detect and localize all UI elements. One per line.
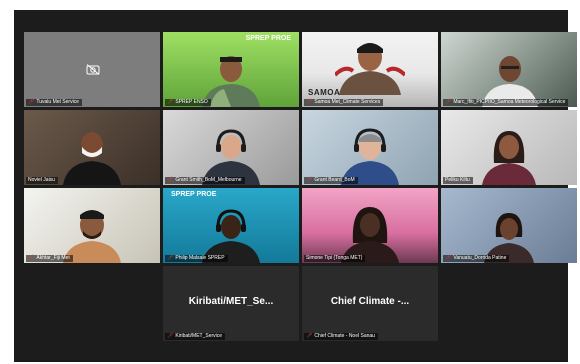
mic-muted-icon: 🎤︎ bbox=[306, 333, 313, 339]
participant-video bbox=[341, 207, 399, 263]
participant-video bbox=[202, 209, 260, 263]
participant-video bbox=[335, 43, 405, 95]
mic-muted-icon: 🎤︎ bbox=[167, 255, 174, 261]
participant-name: 🎤︎ Vanuatu_Dorrida Patine bbox=[443, 255, 510, 262]
participant-name: 🎤︎ SPREP ENSO bbox=[165, 99, 211, 106]
participant-display-name: Chief Climate -... bbox=[330, 296, 410, 307]
mic-muted-icon: 🎤︎ bbox=[28, 255, 35, 261]
participant-video bbox=[482, 131, 536, 185]
sprep-logo: SPREP PROE bbox=[171, 191, 217, 198]
mic-muted-icon: 🎤︎ bbox=[306, 99, 313, 105]
participant-name: Noviel Jaisu bbox=[26, 177, 58, 184]
participant-name: 🎤︎ Tuvalu Met Service bbox=[26, 99, 82, 106]
participant-name: 🎤︎ Chief Climate - Noel Sanau bbox=[304, 333, 378, 340]
sprep-logo: SPREP PROE bbox=[245, 35, 291, 42]
participant-name: Peliku Kiltu bbox=[443, 177, 473, 184]
participant-video bbox=[202, 56, 260, 107]
video-call-window: 🎤︎ Tuvalu Met Service SPREP PROE 🎤︎ SPREP … bbox=[14, 10, 577, 362]
participant-tile[interactable]: SAMOA 🎤︎ Samoa Met_Climate Services bbox=[302, 32, 438, 107]
participant-tile[interactable]: Chief Climate -... 🎤︎ Chief Climate - Noe… bbox=[302, 266, 438, 341]
empty-tile bbox=[441, 266, 577, 341]
participant-tile[interactable]: 🎤︎ Grant Beard_BoM bbox=[302, 110, 438, 185]
participant-name: 🎤︎ Philip Malsale SPREP bbox=[165, 255, 228, 262]
participant-name: 🎤︎ Akhtar_Fiji Met bbox=[26, 255, 73, 262]
participant-name: 🎤︎ Grant Smith_BoM_Melbourne bbox=[165, 177, 245, 184]
mic-muted-icon: 🎤︎ bbox=[445, 255, 452, 261]
participant-video bbox=[341, 128, 399, 185]
mic-muted-icon: 🎤︎ bbox=[306, 177, 313, 183]
participant-tile[interactable]: Kiribati/MET_Se... 🎤︎ Kiribati/MET_Servic… bbox=[163, 266, 299, 341]
participant-name: 🎤︎ Grant Beard_BoM bbox=[304, 177, 358, 184]
participant-tile[interactable]: Simone Tipi (Tonga MET) bbox=[302, 188, 438, 263]
participant-tile[interactable]: 🎤︎ Akhtar_Fiji Met bbox=[24, 188, 160, 263]
participant-tile[interactable]: SPREP PROE 🎤︎ SPREP ENSO bbox=[163, 32, 299, 107]
participant-video bbox=[63, 132, 121, 185]
mic-muted-icon: 🎤︎ bbox=[167, 99, 174, 105]
mic-muted-icon: 🎤︎ bbox=[167, 333, 174, 339]
participant-tile[interactable]: Noviel Jaisu bbox=[24, 110, 160, 185]
participant-display-name: Kiribati/MET_Se... bbox=[188, 296, 274, 307]
mic-muted-icon: 🎤︎ bbox=[28, 99, 35, 105]
empty-tile bbox=[24, 266, 160, 341]
camera-off-icon bbox=[86, 64, 100, 75]
participant-name: 🎤︎ Kiribati/MET_Service bbox=[165, 333, 226, 340]
participant-video bbox=[202, 129, 260, 185]
participant-video bbox=[63, 210, 121, 263]
mic-muted-icon: 🎤︎ bbox=[167, 177, 174, 183]
participant-tile[interactable]: 🎤︎ Tuvalu Met Service bbox=[24, 32, 160, 107]
participant-tile[interactable]: 🎤︎ Grant Smith_BoM_Melbourne bbox=[163, 110, 299, 185]
participant-name: 🎤︎ Marc_Ifiti_PICPIIO_Samoa Meteorologica… bbox=[443, 99, 569, 106]
participant-tile[interactable]: SPREP PROE 🎤︎ Philip Malsale SPREP bbox=[163, 188, 299, 263]
samoa-banner: SAMOA bbox=[308, 88, 341, 97]
participant-grid: 🎤︎ Tuvalu Met Service SPREP PROE 🎤︎ SPREP … bbox=[24, 32, 577, 341]
participant-name: 🎤︎ Samoa Met_Climate Services bbox=[304, 99, 384, 106]
participant-tile[interactable]: 🎤︎ Vanuatu_Dorrida Patine bbox=[441, 188, 577, 263]
participant-name: Simone Tipi (Tonga MET) bbox=[304, 255, 366, 262]
participant-video bbox=[482, 56, 538, 107]
mic-muted-icon: 🎤︎ bbox=[445, 99, 452, 105]
participant-tile[interactable]: Peliku Kiltu bbox=[441, 110, 577, 185]
participant-video bbox=[484, 213, 534, 263]
participant-tile[interactable]: 🎤︎ Marc_Ifiti_PICPIIO_Samoa Meteorologica… bbox=[441, 32, 577, 107]
